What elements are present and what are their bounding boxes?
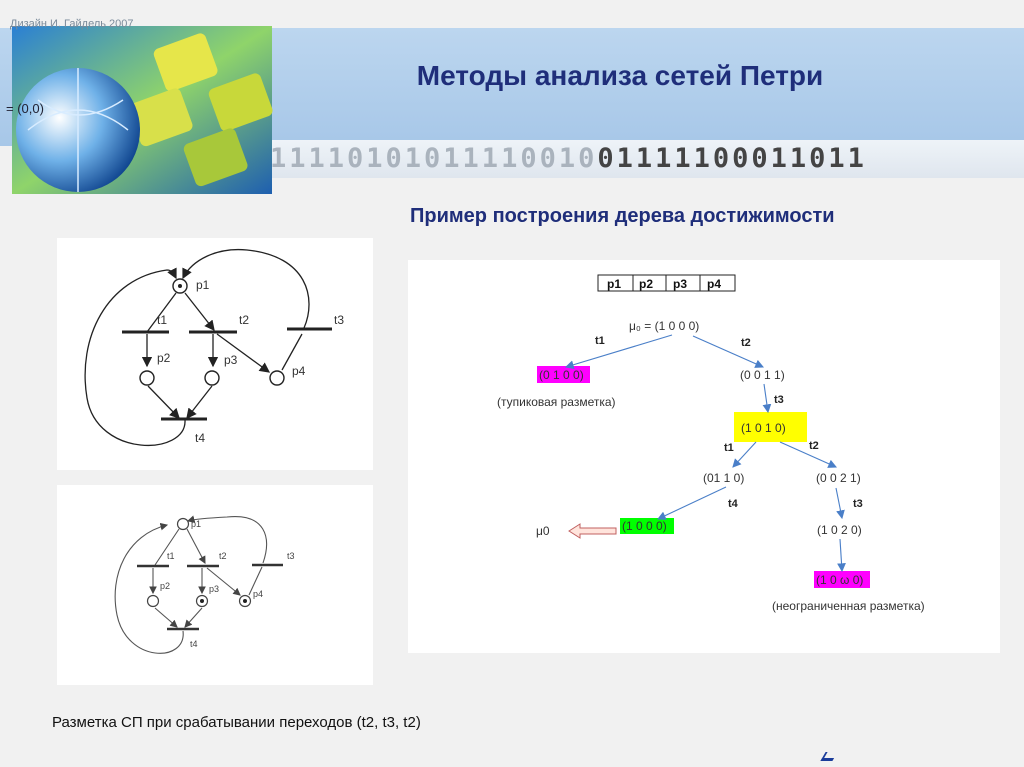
label-p4: p4: [292, 364, 306, 378]
edge-0011-1010: [762, 383, 772, 414]
node-1010: (1 0 1 0): [741, 421, 786, 435]
node-1000: (1 0 0 0): [622, 519, 667, 533]
edge-1020-omega: [837, 538, 846, 573]
node-1020: (1 0 2 0): [817, 523, 862, 537]
label2-p1: p1: [191, 519, 201, 529]
dead-note: (тупиковая разметка): [497, 395, 616, 409]
node-0021: (0 0 2 1): [816, 471, 861, 485]
label-t1: t1: [157, 313, 167, 327]
binary-light: 11110101011110010: [270, 143, 598, 174]
header-cell-p1: p1: [607, 277, 621, 291]
place-p3: [204, 370, 220, 386]
reachability-tree-diagram: p1 p2 p3 p4 μ₀ = (1 0 0 0) (0 1 0 0) (ту…: [497, 274, 925, 613]
arc2-p2-t4: [154, 607, 178, 628]
node-0110: (01 1 0): [703, 471, 744, 485]
token-p1: [178, 284, 182, 288]
label-p3: p3: [224, 353, 238, 367]
logo-credit: Дизайн И. Гайдель 2007: [10, 18, 134, 30]
node-0011: (0 0 1 1): [740, 368, 785, 382]
edge-label-b-t1: t1: [724, 442, 734, 454]
section-subtitle: Пример построения дерева достижимости: [410, 205, 835, 227]
header-cell-p2: p2: [639, 277, 653, 291]
page-title: Методы анализа сетей Петри: [416, 60, 824, 91]
node-mu0: μ0: [536, 524, 550, 538]
token2-p3: [200, 599, 204, 603]
edge-1010-0021: [779, 441, 838, 468]
reachability-tree-panel: p1 p2 p3 p4 μ₀ = (1 0 0 0) (0 1 0 0) (ту…: [408, 260, 1000, 653]
label-p2: p2: [157, 351, 171, 365]
place-p2: [139, 370, 155, 386]
arc-p2-t4: [147, 385, 180, 419]
label2-t1: t1: [167, 551, 175, 561]
arc2-p1-t2: [186, 528, 206, 564]
edge-root-0011: [692, 335, 765, 368]
label2-t4: t4: [190, 639, 198, 649]
figure-caption: Разметка СП при срабатывании переходов (…: [52, 714, 421, 731]
edge-label-a-t3: t3: [774, 394, 784, 406]
place-p4: [269, 370, 285, 386]
petri-net-panel-1: p1 p2 p3 p4 t1 t2 t3 t4: [57, 238, 373, 470]
petri-net-diagram-1: p1 p2 p3 p4 t1 t2 t3 t4: [84, 248, 344, 446]
logo-image: [12, 26, 273, 194]
edge-label-d-t3: t3: [853, 498, 863, 510]
edge-root-dead: [564, 334, 673, 369]
node-root: μ₀ = (1 0 0 0): [629, 319, 699, 333]
label2-p4: p4: [253, 589, 263, 599]
label2-p3: p3: [209, 584, 219, 594]
label-t3: t3: [334, 313, 344, 327]
place2-p2: [146, 594, 160, 608]
edge-1010-0110: [732, 441, 757, 468]
label-t2: t2: [239, 313, 249, 327]
binary-strip: 1111010101111001001111100011011: [270, 140, 1024, 178]
label2-t3: t3: [287, 551, 295, 561]
arc-p1-t2: [184, 292, 215, 332]
return-arrow-icon: [568, 523, 617, 539]
header-cell-p4: p4: [707, 277, 721, 291]
label-p1: p1: [196, 278, 210, 292]
label-t4: t4: [195, 431, 205, 445]
label2-t2: t2: [219, 551, 227, 561]
edge-0021-1020: [835, 487, 845, 520]
petri-net-diagram-2: p1 p2 p3 p4 t1 t2 t3 t4: [114, 515, 295, 654]
place2-p1: [176, 517, 190, 531]
logo-formula: = (0,0): [6, 101, 44, 116]
petri-net-panel-2: p1 p2 p3 p4 t1 t2 t3 t4: [57, 485, 373, 685]
binary-dark: 01111100011011: [597, 143, 867, 174]
edge-label-c-t4: t4: [728, 498, 739, 510]
header-cell-p3: p3: [673, 277, 687, 291]
corner-check-icon: [820, 752, 838, 761]
arc2-p3-t4: [184, 607, 203, 628]
node-omega: (1 0 ω 0): [816, 573, 863, 587]
node-dead: (0 1 0 0): [539, 368, 584, 382]
arc2-t4-p1: [114, 522, 184, 654]
place-header-table: p1 p2 p3 p4: [597, 274, 736, 292]
edge-0110-1000: [657, 486, 727, 520]
label2-p2: p2: [160, 581, 170, 591]
omega-note: (неограниченная разметка): [772, 599, 925, 613]
edge-label-b-t2: t2: [809, 440, 819, 452]
arc-p3-t4: [186, 385, 213, 420]
token2-p4: [243, 599, 247, 603]
edge-label-root-t1: t1: [595, 335, 605, 347]
edge-label-root-t2: t2: [741, 337, 751, 349]
